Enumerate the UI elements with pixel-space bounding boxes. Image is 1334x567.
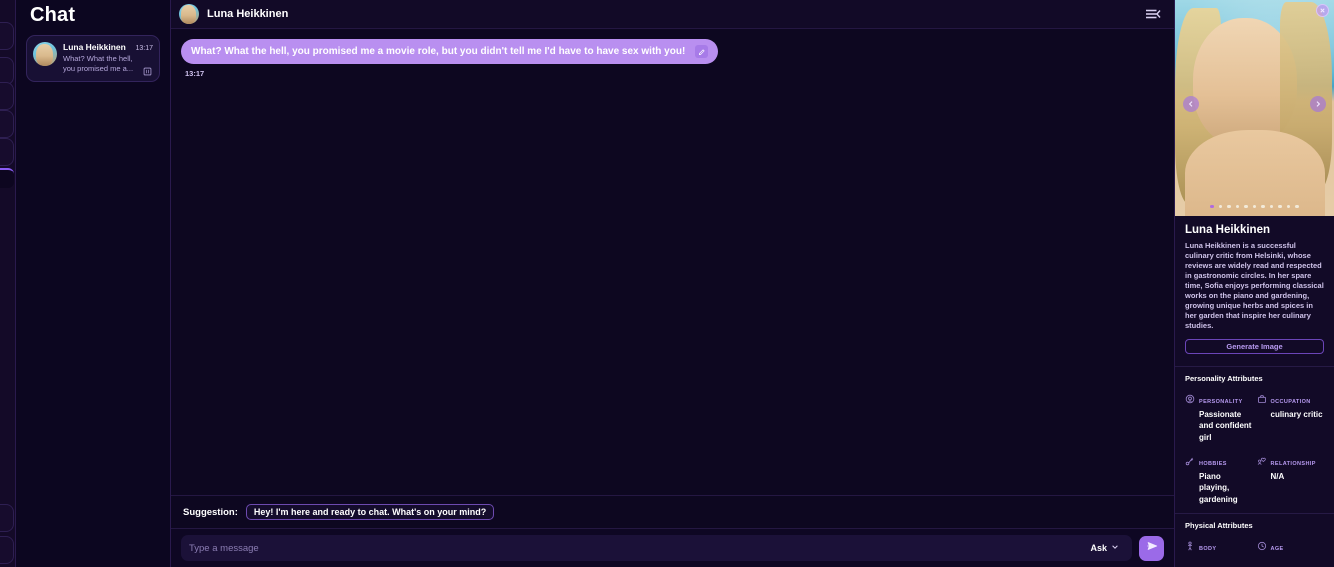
attribute-text: AGE [1271, 537, 1284, 555]
message-text: What? What the hell, you promised me a m… [191, 46, 686, 57]
chevron-left-icon[interactable] [1183, 96, 1199, 112]
icon-rail [0, 0, 16, 567]
age-icon [1257, 538, 1267, 551]
attribute-age: AGE [1257, 537, 1325, 555]
send-button[interactable] [1139, 535, 1164, 561]
relationship-icon [1257, 453, 1267, 465]
profile-info: Luna Heikkinen Luna Heikkinen is a succe… [1175, 216, 1334, 360]
chat-header: Luna Heikkinen [171, 0, 1174, 29]
rail-button-5[interactable] [0, 138, 14, 166]
generate-image-button[interactable]: Generate Image [1185, 338, 1324, 354]
message-composer: Ask [171, 528, 1174, 567]
rail-button-4[interactable] [0, 110, 14, 138]
profile-name: Luna Heikkinen [1185, 224, 1270, 236]
conversation-list-item[interactable]: Luna Heikkinen 13:17 What? What the hell… [26, 35, 160, 83]
rail-button-active[interactable] [0, 168, 14, 188]
section-title: Personality Attributes [1185, 373, 1263, 383]
attribute-key: PERSONALITY [1199, 398, 1243, 405]
attribute-text: BODY [1199, 537, 1217, 555]
carousel-dot[interactable] [1227, 204, 1231, 208]
attribute-text: PERSONALITY Passionate and confident gir… [1199, 390, 1253, 444]
body-icon [1185, 538, 1195, 551]
profile-image-carousel[interactable] [1175, 0, 1334, 216]
attribute-key: BODY [1199, 546, 1217, 553]
conversation-snippet: What? What the hell, you promised me a..… [63, 54, 134, 74]
ask-mode-label: Ask [1090, 543, 1107, 553]
conversation-timestamp: 13:17 [135, 45, 153, 52]
app-root: Chat Luna Heikkinen 13:17 What? What the… [0, 0, 1334, 567]
menu-collapse-icon[interactable] [1144, 7, 1162, 21]
personality-icon [1185, 391, 1195, 403]
send-icon [1146, 539, 1158, 557]
chevron-down-icon [1111, 543, 1119, 553]
carousel-dot[interactable] [1278, 204, 1282, 208]
physical-attributes-section: Physical Attributes BODY AGE [1175, 514, 1334, 555]
page-title: Chat [30, 4, 76, 26]
attribute-relationship: RELATIONSHIP N/A [1257, 452, 1325, 506]
message-input[interactable] [189, 542, 1086, 554]
rail-button-1[interactable] [0, 22, 14, 50]
attribute-personality: PERSONALITY Passionate and confident gir… [1185, 390, 1253, 444]
attribute-key: OCCUPATION [1270, 398, 1311, 405]
avatar [33, 42, 57, 66]
attribute-text: OCCUPATION culinary critic [1271, 390, 1323, 421]
close-icon[interactable] [1316, 4, 1329, 17]
conversation-list-panel: Chat Luna Heikkinen 13:17 What? What the… [16, 0, 171, 567]
attribute-text: RELATIONSHIP N/A [1271, 452, 1316, 483]
rail-button-3[interactable] [0, 82, 14, 110]
section-title: Physical Attributes [1185, 521, 1253, 531]
chevron-right-icon[interactable] [1310, 96, 1326, 112]
trash-icon[interactable] [142, 63, 153, 76]
briefcase-icon [1257, 391, 1267, 403]
attribute-occupation: OCCUPATION culinary critic [1257, 390, 1325, 444]
edit-icon[interactable] [695, 45, 709, 58]
attribute-key: AGE [1270, 546, 1284, 553]
carousel-dots[interactable] [1175, 204, 1334, 208]
carousel-dot[interactable] [1269, 204, 1274, 208]
attribute-value: culinary critic [1270, 409, 1323, 419]
attribute-grid: PERSONALITY Passionate and confident gir… [1185, 390, 1324, 506]
message-row: What? What the hell, you promised me a m… [181, 39, 1164, 78]
conversation-item-body: Luna Heikkinen 13:17 What? What the hell… [63, 42, 153, 76]
conversation-name: Luna Heikkinen [63, 42, 126, 52]
suggestion-chip[interactable]: Hey! I'm here and ready to chat. What's … [245, 504, 495, 520]
personality-attributes-section: Personality Attributes PERSONALITY Passi… [1175, 367, 1334, 506]
attribute-hobbies: HOBBIES Piano playing, gardening [1185, 452, 1253, 506]
carousel-dot[interactable] [1235, 204, 1240, 208]
conversation-item-header: Luna Heikkinen 13:17 [63, 42, 153, 52]
message-timestamp: 13:17 [185, 69, 205, 78]
attribute-text: HOBBIES Piano playing, gardening [1199, 452, 1253, 506]
message-input-wrapper[interactable]: Ask [181, 535, 1132, 561]
carousel-dot[interactable] [1286, 204, 1291, 208]
hobbies-icon [1185, 453, 1195, 465]
carousel-dot[interactable] [1252, 204, 1257, 208]
carousel-dot[interactable] [1244, 204, 1248, 208]
suggestion-label: Suggestion: [183, 506, 238, 518]
carousel-dot[interactable] [1261, 204, 1265, 208]
chat-contact-name: Luna Heikkinen [207, 8, 289, 20]
rail-button-6[interactable] [0, 504, 14, 532]
attribute-value: N/A [1270, 471, 1285, 481]
attribute-value: Piano playing, gardening [1199, 471, 1238, 504]
rail-button-7[interactable] [0, 536, 14, 564]
attribute-value: Passionate and confident girl [1199, 409, 1252, 442]
carousel-dot[interactable] [1218, 204, 1223, 208]
carousel-dot[interactable] [1210, 204, 1214, 208]
attribute-key: RELATIONSHIP [1270, 460, 1316, 467]
avatar [179, 4, 199, 24]
ask-mode-button[interactable]: Ask [1085, 541, 1124, 555]
rail-button-2[interactable] [0, 57, 14, 85]
suggestion-bar: Suggestion: Hey! I'm here and ready to c… [171, 495, 1174, 528]
profile-description: Luna Heikkinen is a successful culinary … [1185, 241, 1324, 330]
chat-panel: Luna Heikkinen What? What the hell, you … [171, 0, 1175, 567]
message-bubble[interactable]: What? What the hell, you promised me a m… [181, 39, 719, 64]
attribute-body: BODY [1185, 537, 1253, 555]
attribute-grid: BODY AGE [1185, 537, 1324, 555]
attribute-key: HOBBIES [1199, 460, 1227, 467]
profile-panel: Luna Heikkinen Luna Heikkinen is a succe… [1175, 0, 1334, 567]
image-detail-body [1185, 130, 1325, 216]
message-list: What? What the hell, you promised me a m… [171, 29, 1174, 495]
carousel-dot[interactable] [1295, 204, 1299, 208]
